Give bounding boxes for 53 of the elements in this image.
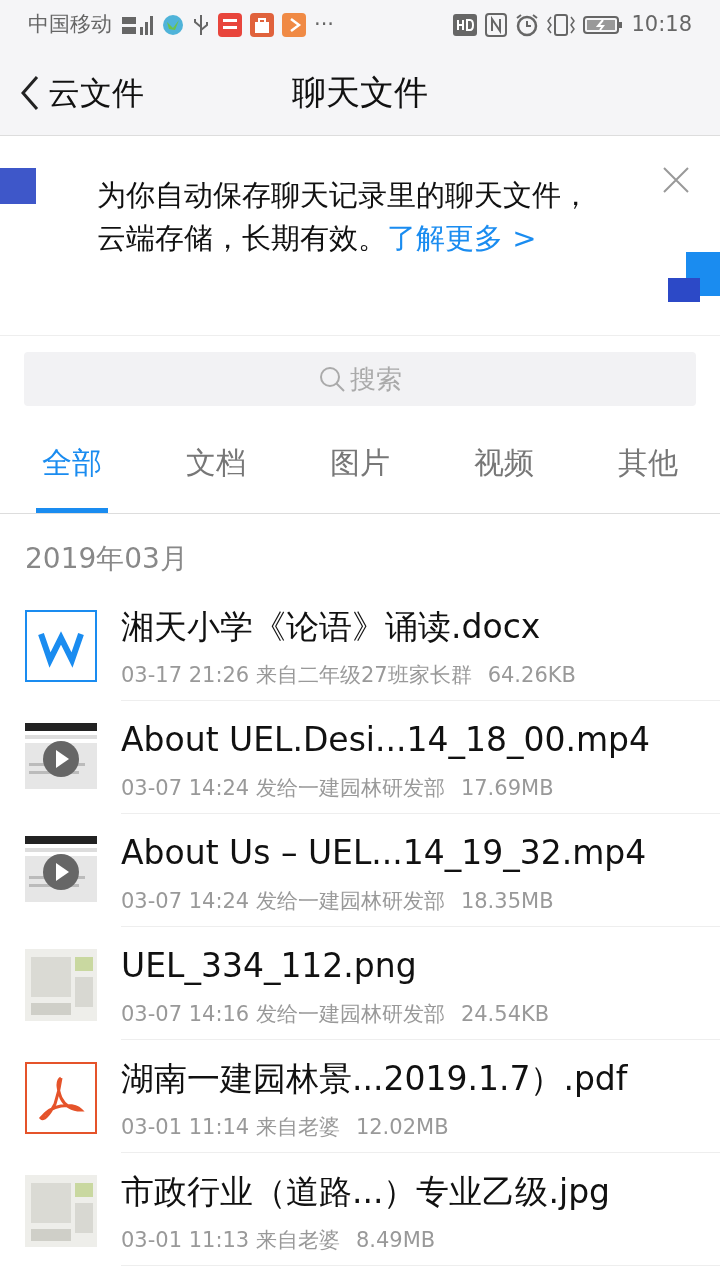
close-button[interactable] bbox=[662, 166, 690, 194]
file-info: 03-01 11:14 来自老婆 bbox=[121, 1114, 340, 1141]
file-name: UEL_334_112.png bbox=[121, 945, 418, 987]
alarm-icon bbox=[515, 13, 540, 37]
file-name: 湘天小学《论语》诵读.docx bbox=[121, 606, 542, 648]
usb-icon bbox=[192, 13, 210, 37]
file-row[interactable]: 湘天小学《论语》诵读.docx 03-17 21:26 来自二年级27班家长群 64.26KB bbox=[0, 588, 720, 701]
back-icon bbox=[20, 74, 40, 111]
tab[interactable]: 其他 bbox=[576, 422, 720, 513]
file-info: 03-01 11:13 来自老婆 bbox=[121, 1227, 340, 1254]
nfc-icon bbox=[485, 13, 508, 37]
file-name: About Us – UEL...14_19_32.mp4 bbox=[121, 832, 648, 874]
vibrate-icon bbox=[547, 13, 576, 37]
tab[interactable]: 图片 bbox=[288, 422, 432, 513]
close-icon bbox=[662, 166, 690, 194]
file-name: 湖南一建园林景...2019.1.7）.pdf bbox=[121, 1058, 629, 1100]
file-size: 8.49MB bbox=[355, 1227, 436, 1254]
banner-text: 为你自动保存聊天记录里的聊天文件，云端存储，长期有效。了解更多 > bbox=[97, 177, 591, 257]
hd-icon bbox=[453, 14, 478, 36]
back-button[interactable]: 云文件 bbox=[20, 68, 144, 117]
file-size: 12.02MB bbox=[355, 1114, 449, 1141]
file-name: 市政行业（道路...）专业乙级.jpg bbox=[121, 1171, 612, 1213]
play-app-icon bbox=[282, 13, 306, 37]
file-name: About UEL.Desi...14_18_00.mp4 bbox=[121, 719, 652, 761]
carrier-name: 中国移动 bbox=[28, 11, 112, 39]
file-row[interactable]: About UEL.Desi...14_18_00.mp4 03-07 14:24 发给一建园林研发部 17.69MB bbox=[0, 701, 720, 814]
page-title: 聊天文件 bbox=[292, 72, 428, 112]
status-time: 10:18 bbox=[631, 11, 692, 39]
shopping-bag-icon bbox=[250, 13, 274, 37]
file-size: 17.69MB bbox=[460, 775, 554, 802]
file-size: 64.26KB bbox=[487, 662, 576, 689]
file-row[interactable]: About Us – UEL...14_19_32.mp4 03-07 14:24 发给一建园林研发部 18.35MB bbox=[0, 814, 720, 927]
file-info: 03-07 14:16 发给一建园林研发部 bbox=[121, 1001, 445, 1028]
file-row[interactable]: 湖南一建园林景...2019.1.7）.pdf 03-01 11:14 来自老婆 12.02MB bbox=[0, 1040, 720, 1153]
pdf-document-icon bbox=[25, 1062, 97, 1134]
file-info: 03-17 21:26 来自二年级27班家长群 bbox=[121, 662, 472, 689]
signal-icon bbox=[120, 13, 154, 37]
tab[interactable]: 文档 bbox=[144, 422, 288, 513]
file-size: 24.54KB bbox=[460, 1001, 550, 1028]
word-document-icon bbox=[25, 610, 97, 682]
file-row[interactable]: UEL_334_112.png 03-07 14:16 发给一建园林研发部 24.54KB bbox=[0, 927, 720, 1040]
tab[interactable]: 视频 bbox=[432, 422, 576, 513]
file-info: 03-07 14:24 发给一建园林研发部 bbox=[121, 888, 445, 915]
battery-icon bbox=[583, 15, 624, 35]
file-size: 18.35MB bbox=[460, 888, 554, 915]
globe-icon bbox=[162, 14, 184, 36]
file-row[interactable]: 市政行业（道路...）专业乙级.jpg 03-01 11:13 来自老婆 8.49MB bbox=[0, 1153, 720, 1266]
section-date: 2019年03月 bbox=[24, 541, 189, 577]
app-icon bbox=[218, 13, 242, 37]
more-indicator: ··· bbox=[314, 11, 335, 39]
corner-square-decoration bbox=[0, 168, 36, 204]
search-icon bbox=[318, 365, 346, 393]
file-info: 03-07 14:24 发给一建园林研发部 bbox=[121, 775, 445, 802]
